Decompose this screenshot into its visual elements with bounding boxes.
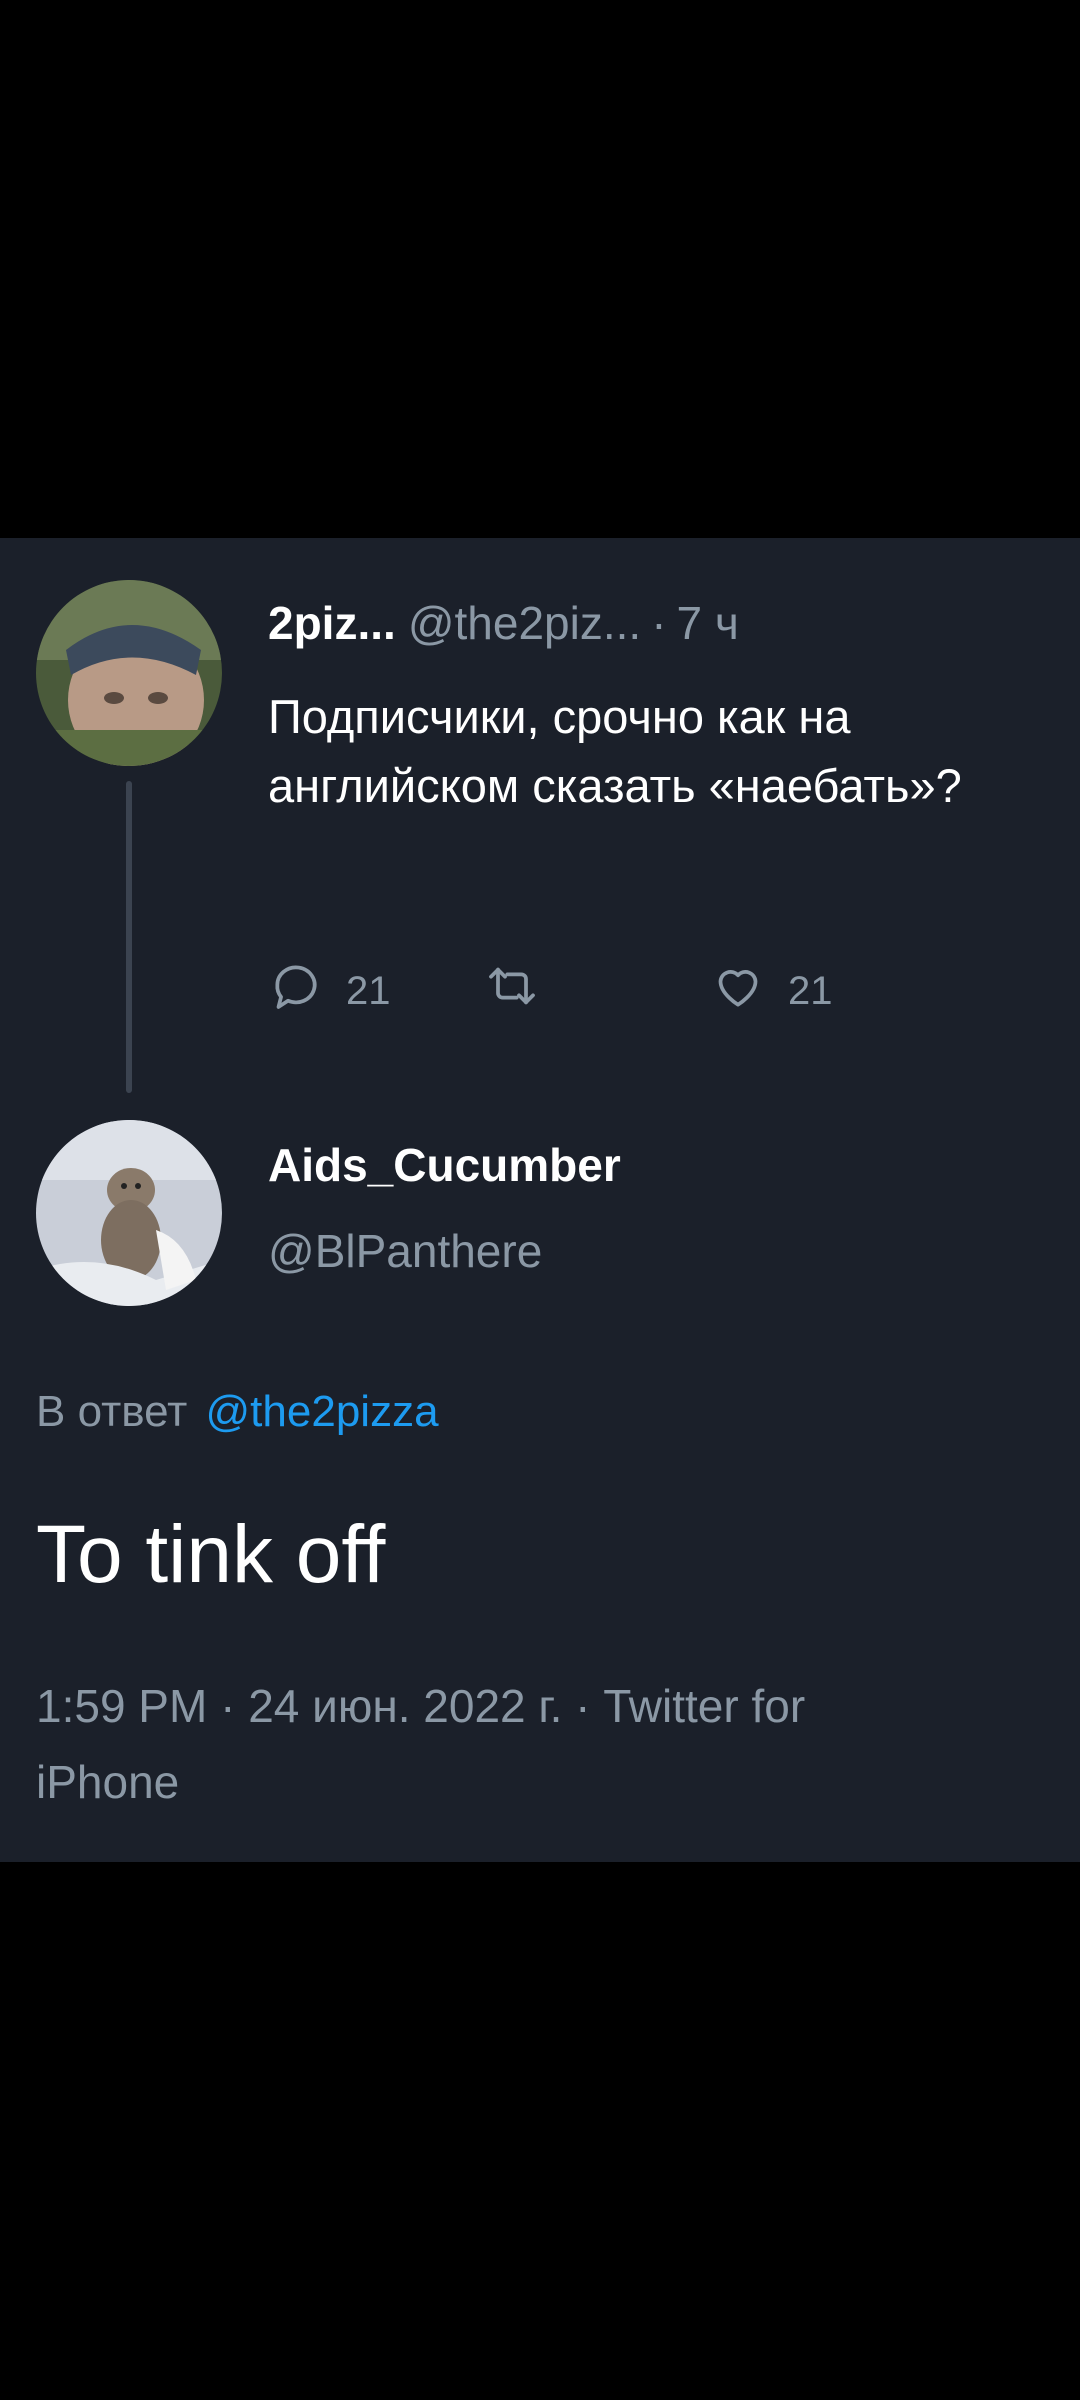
reply-tweet-author-name[interactable]: Aids_Cucumber <box>268 1138 621 1193</box>
reply-tweet-avatar[interactable] <box>36 1120 222 1306</box>
original-tweet-author-handle[interactable]: @the2piz... <box>408 597 641 649</box>
thread-connector-line <box>126 781 132 1093</box>
retweet-icon <box>484 958 540 1024</box>
original-tweet-header: 2piz... @the2piz... · 7 ч <box>268 596 739 651</box>
reply-button[interactable]: 21 <box>268 958 391 1024</box>
reply-tweet-author-handle[interactable]: @BlPanthere <box>268 1224 542 1279</box>
reply-tweet-text: To tink off <box>36 1509 386 1600</box>
original-tweet-actions: 21 21 <box>268 958 968 1018</box>
like-count: 21 <box>788 968 833 1013</box>
original-tweet-text: Подписчики, срочно как на английском ска… <box>268 690 962 812</box>
tweet-thread-card: 2piz... @the2piz... · 7 ч Подписчики, срочн… <box>0 538 1080 1862</box>
replying-to-line: В ответ @the2pizza <box>36 1386 439 1439</box>
replying-to-mention-link[interactable]: @the2pizza <box>206 1387 439 1436</box>
reply-tweet-timestamp[interactable]: 1:59 PM · 24 июн. 2022 г. · Twitter for … <box>36 1668 936 1820</box>
retweet-button[interactable] <box>484 958 540 1024</box>
replying-to-label: В ответ <box>36 1387 188 1436</box>
reply-count: 21 <box>346 968 391 1013</box>
reply-icon <box>268 958 324 1024</box>
screen: 2piz... @the2piz... · 7 ч Подписчики, срочн… <box>0 0 1080 2400</box>
header-separator: · <box>651 597 667 649</box>
original-tweet-author-name[interactable]: 2piz... <box>268 597 396 649</box>
like-button[interactable]: 21 <box>710 958 833 1024</box>
heart-icon <box>710 958 766 1024</box>
original-tweet-time[interactable]: 7 ч <box>677 597 739 649</box>
original-tweet-avatar[interactable] <box>36 580 222 766</box>
